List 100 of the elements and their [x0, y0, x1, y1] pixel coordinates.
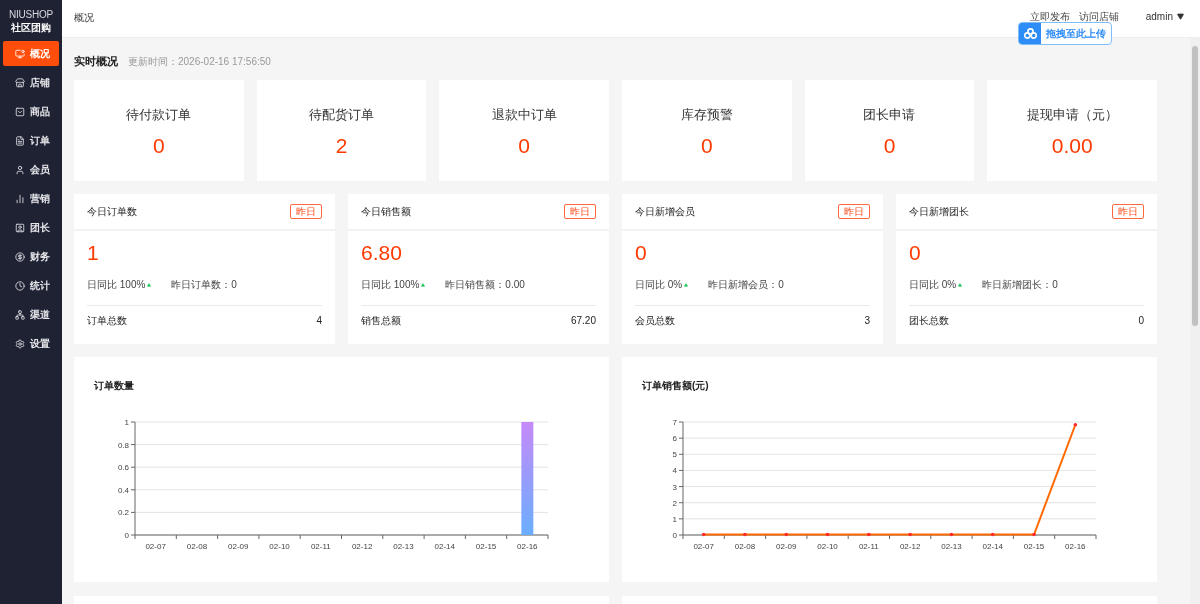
caret-icon	[1177, 13, 1184, 20]
axis-label: 0.8	[117, 440, 129, 450]
axis-label: 0	[124, 531, 129, 540]
axis-label: 02-07	[693, 542, 714, 551]
total-value: 4	[316, 313, 322, 328]
axis-label: 02-14	[982, 542, 1003, 551]
sidebar-item[interactable]: 订单	[3, 128, 59, 153]
section-title: 实时概况	[74, 53, 118, 69]
up-arrow-icon	[684, 282, 689, 287]
user-icon	[15, 164, 25, 175]
today-value: 1	[87, 240, 100, 266]
axis-label: 02-11	[310, 542, 331, 551]
coin-icon	[15, 251, 25, 262]
document-icon	[15, 135, 25, 146]
stat-value: 2	[335, 132, 348, 159]
stat-value: 0	[518, 132, 530, 159]
axis-label: 02-14	[434, 542, 455, 551]
stat-label: 团长申请	[863, 106, 916, 124]
card-title: 今日新增团长	[909, 205, 969, 219]
axis-label: 02-07	[145, 542, 166, 551]
person-icon	[15, 222, 25, 233]
day-ratio: 日同比 100%	[361, 278, 420, 292]
upload-widget[interactable]: 拖拽至此上传	[1018, 22, 1112, 45]
yesterday-tag[interactable]: 昨日	[1112, 204, 1144, 219]
yesterday-value: 昨日销售额：0.00	[445, 278, 525, 292]
axis-label: 02-09	[776, 542, 797, 551]
card-title: 今日新增会员	[635, 205, 695, 219]
up-arrow-icon	[421, 282, 426, 287]
cloud-icon	[1023, 28, 1037, 39]
breadcrumb: 概况	[74, 11, 94, 25]
stat-label: 提现申请（元）	[1026, 106, 1118, 124]
sidebar-item[interactable]: 渠道	[3, 302, 59, 327]
bar-chart-icon	[15, 193, 25, 204]
axis-label: 6	[672, 434, 677, 444]
up-arrow-icon	[147, 282, 152, 287]
yesterday-tag[interactable]: 昨日	[290, 204, 322, 219]
store-icon	[15, 77, 25, 88]
update-time: 更新时间：2026-02-16 17:56:50	[128, 54, 271, 69]
yesterday-value: 昨日新增团长：0	[982, 278, 1058, 292]
yesterday-tag[interactable]: 昨日	[564, 204, 596, 219]
settings-icon	[15, 338, 25, 349]
stat-value: 0.00	[1051, 132, 1093, 159]
total-value: 67.20	[570, 313, 596, 328]
axis-label: 02-12	[899, 542, 921, 551]
clock-icon	[15, 280, 25, 291]
axis-label: 02-15	[1023, 542, 1045, 551]
axis-label: 02-10	[817, 542, 838, 551]
header-link[interactable]: 立即发布	[1029, 9, 1070, 24]
sidebar-item[interactable]: 设置	[3, 331, 59, 356]
chart-title: 订单数量	[94, 380, 134, 391]
header-link[interactable]: 访问店铺	[1078, 9, 1119, 24]
stat-label: 退款中订单	[491, 106, 557, 124]
sidebar-item[interactable]: 统计	[3, 273, 59, 298]
axis-label: 02-13	[393, 542, 414, 551]
stat-label: 待付款订单	[126, 106, 192, 124]
axis-label: 0.4	[117, 485, 129, 495]
day-ratio: 日同比 0%	[909, 278, 957, 292]
axis-label: 5	[672, 450, 677, 460]
total-label: 团长总数	[909, 313, 949, 328]
monitor-icon	[15, 48, 25, 59]
axis-label: 02-08	[186, 542, 208, 551]
yesterday-value: 昨日订单数：0	[171, 278, 237, 292]
axis-label: 2	[672, 498, 677, 508]
total-value: 0	[1138, 313, 1144, 328]
card-title: 今日销售额	[361, 205, 411, 219]
axis-label: 02-15	[475, 542, 497, 551]
today-value: 6.80	[361, 240, 403, 266]
logo-subtitle: 社区团购	[11, 21, 51, 35]
sidebar-item[interactable]: 财务	[3, 244, 59, 269]
axis-label: 02-12	[351, 542, 373, 551]
axis-label: 02-16	[1065, 542, 1086, 551]
yesterday-tag[interactable]: 昨日	[838, 204, 870, 219]
sidebar-item[interactable]: 团长	[3, 215, 59, 240]
chart-title: 订单销售额(元)	[642, 380, 709, 391]
day-ratio: 日同比 100%	[87, 278, 146, 292]
axis-label: 02-09	[228, 542, 249, 551]
sidebar-item[interactable]: 商品	[3, 99, 59, 124]
up-arrow-icon	[958, 282, 963, 287]
sidebar-item[interactable]: 会员	[3, 157, 59, 182]
axis-label: 0	[672, 531, 677, 540]
axis-label: 0.2	[117, 508, 129, 518]
yesterday-value: 昨日新增会员：0	[708, 278, 784, 292]
today-value: 0	[635, 240, 648, 266]
sidebar-item[interactable]: 营销	[3, 186, 59, 211]
user-menu[interactable]: admin	[1145, 9, 1184, 24]
today-value: 0	[909, 240, 922, 266]
total-label: 会员总数	[635, 313, 675, 328]
axis-label: 02-11	[858, 542, 879, 551]
total-value: 3	[864, 313, 870, 328]
axis-label: 02-13	[941, 542, 962, 551]
axis-label: 02-10	[269, 542, 290, 551]
stat-value: 0	[701, 132, 713, 159]
network-icon	[15, 309, 25, 320]
stat-value: 0	[883, 132, 896, 159]
axis-label: 02-08	[734, 542, 756, 551]
stat-value: 0	[153, 132, 165, 159]
sidebar-item[interactable]: 店铺	[3, 70, 59, 95]
axis-label: 02-16	[517, 542, 538, 551]
axis-label: 7	[672, 418, 677, 427]
total-label: 销售总额	[361, 313, 401, 328]
